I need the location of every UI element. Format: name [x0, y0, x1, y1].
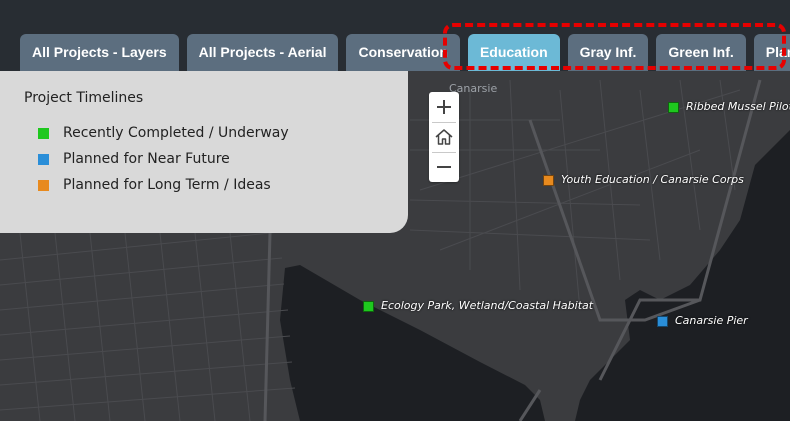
- tab-bar: All Projects - Layers All Projects - Aer…: [20, 34, 790, 71]
- tab-green-inf[interactable]: Green Inf.: [656, 34, 746, 71]
- legend-item-label: Recently Completed / Underway: [63, 125, 289, 141]
- legend-title: Project Timelines: [24, 90, 144, 106]
- green-square-icon: [38, 128, 49, 139]
- zoom-control: [429, 92, 459, 182]
- orange-square-icon: [38, 180, 49, 191]
- marker-label: Ecology Park, Wetland/Coastal Habitat: [381, 299, 594, 312]
- tab-education[interactable]: Education: [467, 34, 560, 71]
- marker-ribbed-mussel-pilot[interactable]: [668, 102, 679, 113]
- minus-icon: [437, 166, 451, 168]
- tab-gray-inf[interactable]: Gray Inf.: [567, 34, 649, 71]
- legend-item-label: Planned for Near Future: [63, 151, 230, 167]
- marker-youth-education[interactable]: [543, 175, 554, 186]
- map-app: All Projects - Layers All Projects - Aer…: [0, 0, 790, 421]
- tab-planning[interactable]: Plannin: [753, 34, 790, 71]
- marker-canarsie-pier[interactable]: [657, 316, 668, 327]
- plus-icon: [437, 100, 451, 114]
- marker-ecology-park[interactable]: [363, 301, 374, 312]
- home-button[interactable]: [429, 122, 459, 152]
- zoom-out-button[interactable]: [429, 152, 459, 182]
- tab-all-projects-aerial[interactable]: All Projects - Aerial: [186, 34, 339, 71]
- marker-label: Canarsie Pier: [675, 314, 748, 327]
- legend-item-label: Planned for Long Term / Ideas: [63, 177, 271, 193]
- zoom-in-button[interactable]: [429, 92, 459, 122]
- marker-label: Youth Education / Canarsie Corps: [561, 173, 744, 186]
- legend-panel: Project Timelines Recently Completed / U…: [0, 71, 408, 233]
- marker-label: Ribbed Mussel Pilot: [686, 100, 790, 113]
- home-icon: [435, 129, 453, 145]
- blue-square-icon: [38, 154, 49, 165]
- tab-all-projects-layers[interactable]: All Projects - Layers: [20, 34, 179, 71]
- tab-conservation[interactable]: Conservation: [346, 34, 460, 71]
